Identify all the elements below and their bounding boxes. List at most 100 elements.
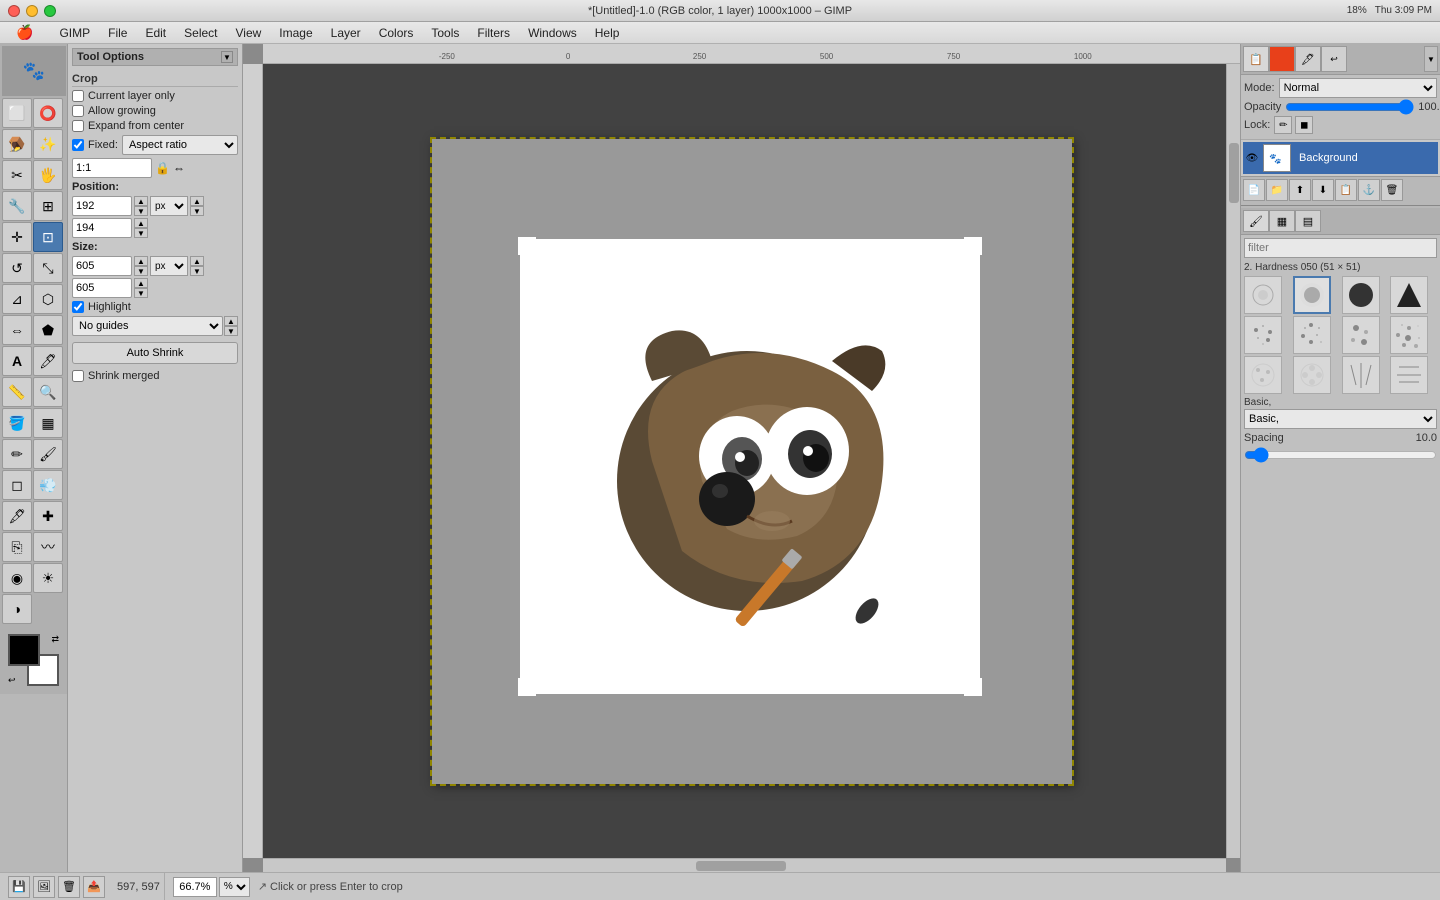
- new-layer-group-btn[interactable]: 📁: [1266, 179, 1288, 201]
- brush-item-11[interactable]: [1342, 356, 1380, 394]
- ellipse-select-tool[interactable]: ⭕: [33, 98, 63, 128]
- anchor-layer-btn[interactable]: ⚓: [1358, 179, 1380, 201]
- brush-item-10[interactable]: [1293, 356, 1331, 394]
- flip-tool[interactable]: ⇔: [2, 315, 32, 345]
- scrollbar-thumb-v[interactable]: [1229, 143, 1239, 203]
- layer-mode-select[interactable]: Normal: [1279, 78, 1437, 98]
- brush-item-3[interactable]: [1342, 276, 1380, 314]
- crop-handle-tl[interactable]: [518, 237, 536, 255]
- brush-item-8[interactable]: [1390, 316, 1428, 354]
- brush-item-4[interactable]: [1390, 276, 1428, 314]
- dodge-burn-tool[interactable]: ☀: [33, 563, 63, 593]
- crop-handle-bl[interactable]: [518, 678, 536, 696]
- layer-item-background[interactable]: 👁 🐾 Background: [1243, 142, 1438, 174]
- panel-menu[interactable]: ▼: [1424, 46, 1438, 72]
- menu-view[interactable]: View: [228, 24, 270, 42]
- menu-image[interactable]: Image: [271, 24, 320, 42]
- brush-item-9[interactable]: [1244, 356, 1282, 394]
- fg-select-tool[interactable]: 🖐: [33, 160, 63, 190]
- eraser-tool[interactable]: ◻: [2, 470, 32, 500]
- fixed-checkbox[interactable]: [72, 139, 84, 151]
- current-layer-only-checkbox[interactable]: [72, 90, 84, 102]
- scrollbar-thumb-h[interactable]: [696, 861, 786, 871]
- smudge-tool[interactable]: 〰: [33, 532, 63, 562]
- undo-tab[interactable]: ↩: [1321, 46, 1347, 72]
- pos-y-input[interactable]: [72, 218, 132, 238]
- pos-unit-up[interactable]: ▲: [190, 196, 204, 206]
- expand-from-center-checkbox[interactable]: [72, 120, 84, 132]
- menu-file[interactable]: File: [100, 24, 135, 42]
- scissors-tool[interactable]: ✂: [2, 160, 32, 190]
- size-w-up[interactable]: ▲: [134, 256, 148, 266]
- share-button[interactable]: 📤: [83, 876, 105, 898]
- size-unit-up[interactable]: ▲: [190, 256, 204, 266]
- menu-windows[interactable]: Windows: [520, 24, 585, 42]
- scale-tool[interactable]: ⤡: [33, 253, 63, 283]
- pos-y-down[interactable]: ▼: [134, 228, 148, 238]
- vertical-scrollbar[interactable]: [1226, 64, 1240, 858]
- pos-unit-down[interactable]: ▼: [190, 206, 204, 216]
- pos-x-up[interactable]: ▲: [134, 196, 148, 206]
- shear-tool[interactable]: ⊿: [2, 284, 32, 314]
- new-layer-btn[interactable]: 📄: [1243, 179, 1265, 201]
- zoom-tool[interactable]: 🔍: [33, 377, 63, 407]
- size-h-down[interactable]: ▼: [134, 288, 148, 298]
- swap-colors-icon[interactable]: ⇄: [51, 634, 59, 645]
- paintbrush-tool[interactable]: 🖌: [33, 439, 63, 469]
- delete-layer-btn[interactable]: 🗑: [1381, 179, 1403, 201]
- pencil-tool[interactable]: ✏: [2, 439, 32, 469]
- menu-filters[interactable]: Filters: [469, 24, 518, 42]
- menu-edit[interactable]: Edit: [137, 24, 174, 42]
- shrink-merged-checkbox[interactable]: [72, 370, 84, 382]
- zoom-input[interactable]: [173, 877, 217, 897]
- brush-item-7[interactable]: [1342, 316, 1380, 354]
- cage-tool[interactable]: ⬟: [33, 315, 63, 345]
- crop-handle-br[interactable]: [964, 678, 982, 696]
- text-tool[interactable]: A: [2, 346, 32, 376]
- apple-menu[interactable]: 🍎: [8, 22, 41, 43]
- guides-select[interactable]: No guides Center lines Rule of thirds Go…: [72, 316, 223, 336]
- blend-tool[interactable]: ▦: [33, 408, 63, 438]
- menu-layer[interactable]: Layer: [323, 24, 369, 42]
- brush-item-1[interactable]: [1244, 276, 1282, 314]
- export-button[interactable]: 💾: [8, 876, 30, 898]
- guides-up[interactable]: ▲: [224, 316, 238, 326]
- fixed-select[interactable]: Aspect ratio Width Height Size: [122, 135, 238, 155]
- size-unit-down[interactable]: ▼: [190, 266, 204, 276]
- layer-visibility-icon[interactable]: 👁: [1245, 151, 1259, 165]
- size-h-up[interactable]: ▲: [134, 278, 148, 288]
- clone-tool[interactable]: ⎘: [2, 532, 32, 562]
- patterns-tab[interactable]: ▦: [1269, 210, 1295, 232]
- thumbnail-button[interactable]: 🖼: [33, 876, 55, 898]
- canvas-image[interactable]: [432, 139, 1072, 784]
- guides-down[interactable]: ▼: [224, 326, 238, 336]
- brushes-tab[interactable]: 🖌: [1243, 210, 1269, 232]
- fg-bg-color-selector[interactable]: ⇄ ↩: [8, 634, 59, 686]
- menu-help[interactable]: Help: [587, 24, 628, 42]
- menu-colors[interactable]: Colors: [371, 24, 422, 42]
- fuzzy-select-tool[interactable]: ✨: [33, 129, 63, 159]
- pos-x-input[interactable]: [72, 196, 132, 216]
- raise-layer-btn[interactable]: ⬆: [1289, 179, 1311, 201]
- size-w-input[interactable]: [72, 256, 132, 276]
- move-tool[interactable]: ✛: [2, 222, 32, 252]
- gradients-tab[interactable]: ▤: [1295, 210, 1321, 232]
- measure-tool[interactable]: 📏: [2, 377, 32, 407]
- minimize-button[interactable]: [26, 5, 38, 17]
- pos-unit-select[interactable]: px: [150, 196, 188, 216]
- canvas-area[interactable]: -250 0 250 500 750 1000: [243, 44, 1240, 872]
- path-tool[interactable]: 🖊: [33, 346, 63, 376]
- size-h-input[interactable]: [72, 278, 132, 298]
- menu-gimp[interactable]: GIMP: [51, 24, 98, 42]
- align-tool[interactable]: ⊞: [33, 191, 63, 221]
- maximize-button[interactable]: [44, 5, 56, 17]
- close-button[interactable]: [8, 5, 20, 17]
- window-controls[interactable]: [8, 5, 56, 17]
- heal-tool[interactable]: ✚: [33, 501, 63, 531]
- brush-type-select[interactable]: Basic,: [1244, 409, 1437, 429]
- allow-growing-checkbox[interactable]: [72, 105, 84, 117]
- color-picker-tool[interactable]: 🔧: [2, 191, 32, 221]
- reset-colors-icon[interactable]: ↩: [8, 675, 16, 686]
- rotate-tool[interactable]: ↺: [2, 253, 32, 283]
- menu-select[interactable]: Select: [176, 24, 225, 42]
